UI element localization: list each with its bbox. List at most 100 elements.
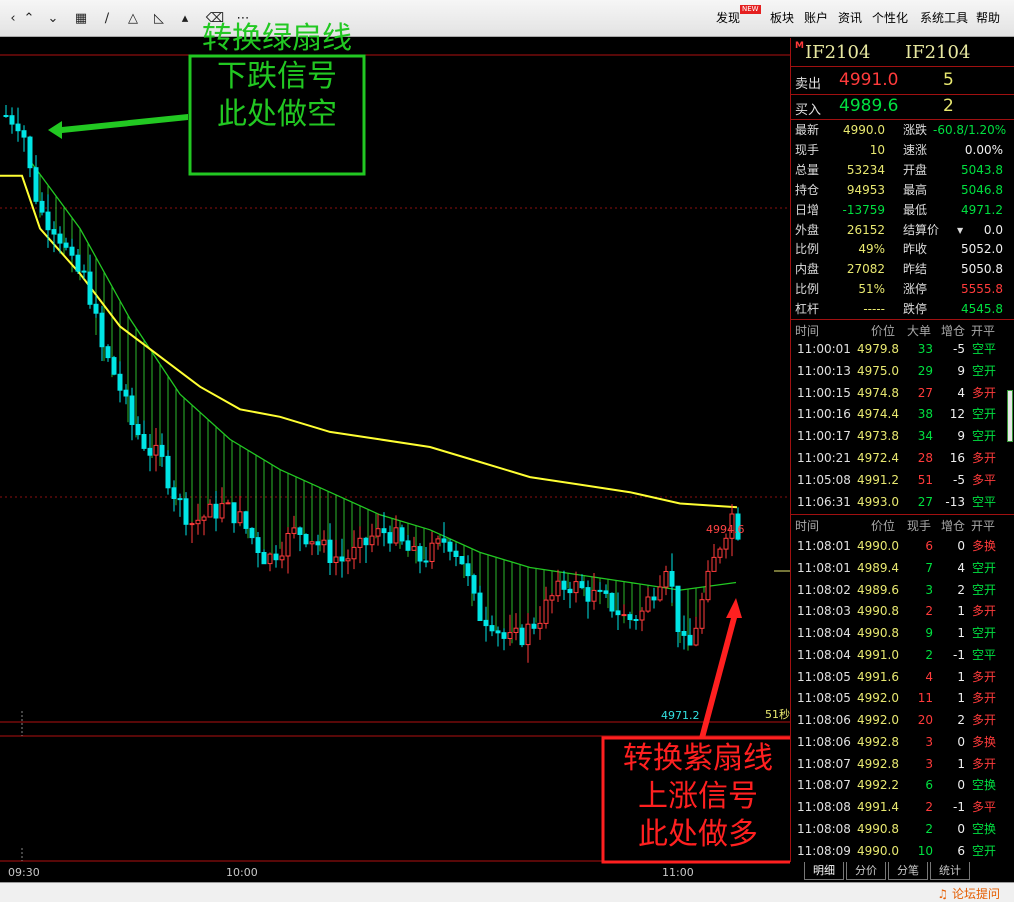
forum-question-link[interactable]: ♫ 论坛提问 [937,885,1000,902]
trade-row[interactable]: 11:08:01 4989.4 7 4 空开 [791,558,1014,580]
candle-up [711,556,717,572]
trade-row[interactable]: 11:00:13 4975.0 29 9 空开 [791,361,1014,383]
trade-row[interactable]: 11:08:04 4991.0 2 -1 空平 [791,645,1014,667]
trade-oi-change: 4 [957,560,965,575]
trade-row[interactable]: 11:08:07 4992.2 6 0 空换 [791,775,1014,797]
trade-row[interactable]: 11:00:15 4974.8 27 4 多开 [791,383,1014,405]
candle-down [477,592,483,621]
candle-up [543,599,549,624]
sell-price[interactable]: 4991.0 [839,70,898,90]
trade-price: 4991.6 [857,669,899,684]
trade-row[interactable]: 11:00:01 4979.8 33 -5 空平 [791,339,1014,361]
trade-row[interactable]: 11:00:16 4974.4 38 12 空开 [791,404,1014,426]
trade-type: 多平 [972,472,997,487]
quote-row: 内盘 27082 昨结 5050.8 [791,259,1014,279]
quote-value: 53234 [846,162,885,177]
red-annotation-text: 转换紫扇线 上涨信号 此处做多 [603,740,793,854]
arrow-up-double-icon[interactable]: ⌃ [18,9,40,29]
candle-up [663,571,669,588]
grid-icon[interactable]: ▦ [70,9,92,29]
trade-oi-change: 0 [957,778,965,793]
candle-down [141,434,147,449]
column-header: 开平 [971,324,996,338]
candle-down [159,444,165,457]
arrow-down-double-icon[interactable]: ⌄ [42,9,64,29]
trade-row[interactable]: 11:08:05 4991.6 4 1 多开 [791,667,1014,689]
trade-row[interactable]: 11:08:09 4990.0 10 6 空开 [791,841,1014,863]
tab-price-dist[interactable]: 分价 [846,862,886,880]
menu-personalize[interactable]: 个性化 [872,10,908,26]
trade-type: 多开 [972,385,997,400]
trade-type: 多开 [972,691,997,706]
trade-row[interactable]: 11:08:02 4989.6 3 2 空开 [791,580,1014,602]
trade-row[interactable]: 11:08:08 4991.4 2 -1 多平 [791,797,1014,819]
trade-row[interactable]: 11:08:08 4990.8 2 0 空换 [791,819,1014,841]
candle-down [327,539,333,564]
triangle-ruler-icon[interactable]: ◺ [148,9,170,29]
trade-row[interactable]: 11:00:17 4973.8 34 9 空开 [791,426,1014,448]
trade-price: 4992.8 [857,734,899,749]
menu-discover[interactable]: 发现 [716,10,740,26]
candle-down [15,123,21,132]
tab-stats[interactable]: 统计 [930,862,970,880]
trade-volume: 28 [917,451,933,465]
trade-oi-change: 6 [957,843,965,858]
candle-down [243,511,249,529]
trade-row[interactable]: 11:08:07 4992.8 3 1 多开 [791,754,1014,776]
trade-row[interactable]: 11:08:04 4990.8 9 1 空开 [791,623,1014,645]
buy-price[interactable]: 4989.6 [839,96,898,116]
trade-row[interactable]: 11:00:21 4972.4 28 16 多开 [791,448,1014,470]
trade-time: 11:08:08 [797,821,851,836]
triangle-icon[interactable]: △ [122,9,144,29]
line-draw-icon[interactable]: ∕ [96,9,118,29]
quote-value: -13759 [842,202,885,217]
menu-system-tools[interactable]: 系统工具 [920,10,968,26]
menu-help[interactable]: 帮助 [976,10,1000,26]
trade-row[interactable]: 11:08:01 4990.0 6 0 多换 [791,536,1014,558]
candle-up [639,610,645,621]
trade-volume: 3 [925,756,933,771]
menu-account[interactable]: 账户 [804,10,828,26]
candle-down [609,592,615,612]
trade-time: 11:08:04 [797,647,851,662]
candle-down [69,246,75,256]
trade-time: 11:08:05 [797,691,851,706]
green-annotation-line: 转换绿扇线 [202,21,352,56]
candle-down [459,556,465,565]
trade-row[interactable]: 11:08:06 4992.8 3 0 多换 [791,732,1014,754]
candle-up [345,558,351,562]
trade-row[interactable]: 11:08:03 4990.8 2 1 多开 [791,601,1014,623]
candle-down [129,395,135,425]
tab-detail[interactable]: 明细 [804,862,844,880]
trade-time: 11:00:01 [797,342,851,356]
menu-sector[interactable]: 板块 [770,10,794,26]
candle-down [363,537,369,546]
candle-up [267,553,273,565]
candle-down [447,541,453,552]
candle-down [213,503,219,519]
quote-value: 94953 [846,182,885,197]
trade-row[interactable]: 11:08:05 4992.0 11 1 多开 [791,688,1014,710]
chevron-down-icon[interactable]: ▼ [957,226,963,235]
trade-type: 空开 [972,429,997,444]
countdown-label: 51秒 [765,707,790,721]
trade-type: 多开 [972,756,997,771]
trade-row[interactable]: 11:08:06 4992.0 20 2 多开 [791,710,1014,732]
candle-down [441,538,447,543]
candle-up [351,546,357,560]
quote-value: -60.8/1.20% [933,123,1007,137]
trade-oi-change: 2 [957,713,965,727]
candle-up [285,533,291,557]
tab-ticks[interactable]: 分笔 [888,862,928,880]
quote-value: 27082 [846,262,885,277]
trade-row[interactable]: 11:05:08 4991.2 51 -5 多平 [791,470,1014,492]
trade-price: 4989.4 [857,560,899,575]
quote-value: 4990.0 [843,123,885,137]
trade-row[interactable]: 11:06:31 4993.0 27 -13 空平 [791,492,1014,514]
menu-news[interactable]: 资讯 [838,10,862,26]
trade-time: 11:08:07 [797,778,851,793]
trade-oi-change: 1 [957,669,965,684]
scrollbar-thumb[interactable] [1007,390,1013,442]
trade-time: 11:08:07 [797,756,851,771]
candle-down [9,115,15,125]
